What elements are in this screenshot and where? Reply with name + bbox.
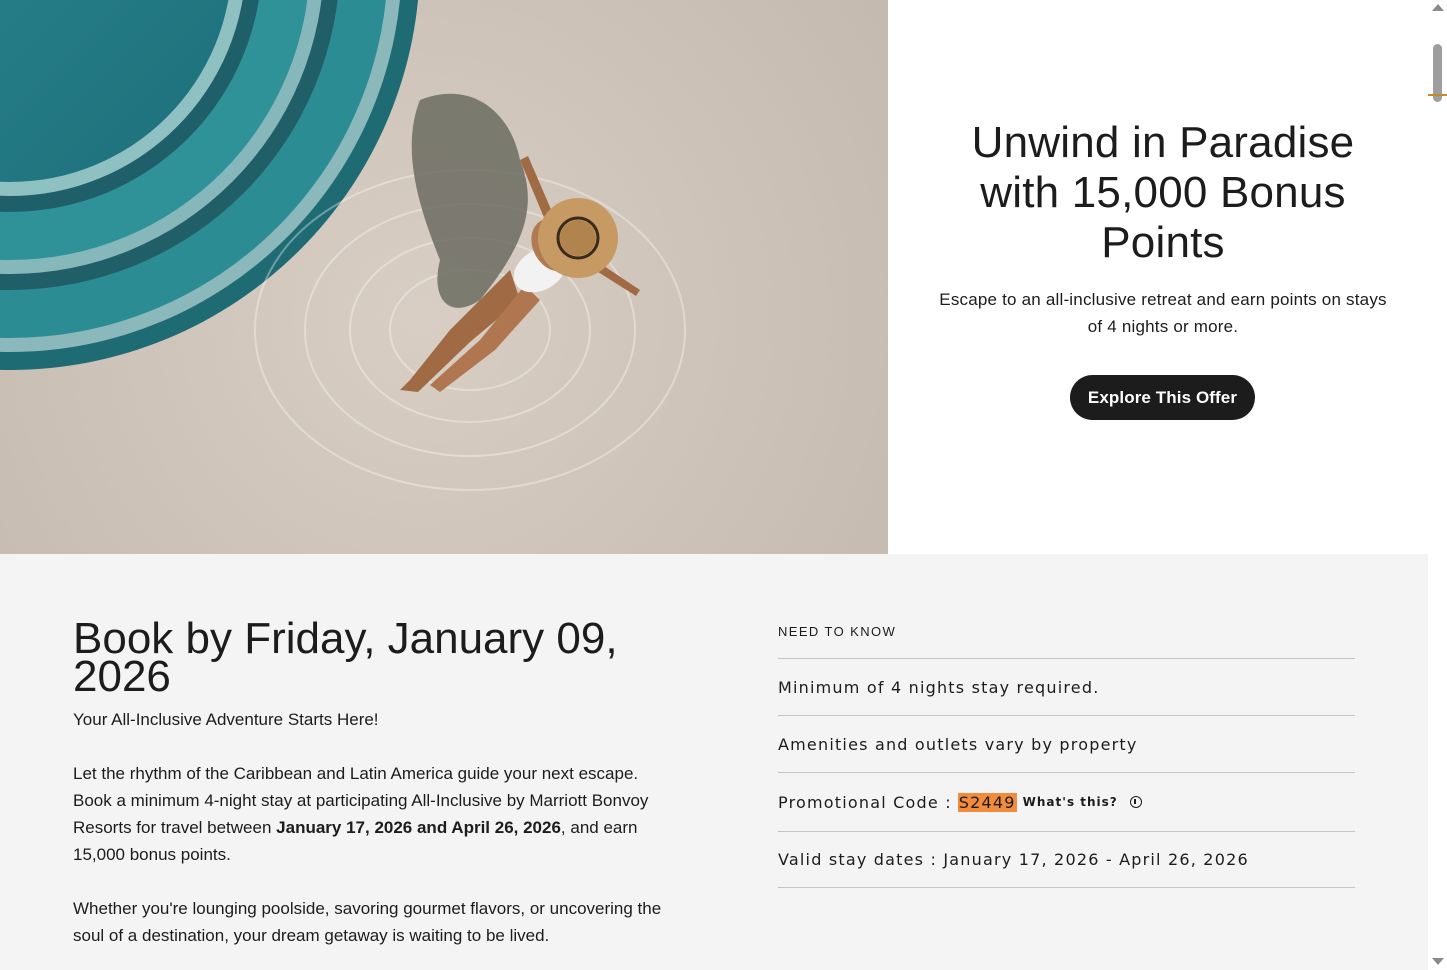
hero-section: Unwind in Paradise with 15,000 Bonus Poi… [0,0,1428,554]
valid-stay-dates: Valid stay dates : January 17, 2026 - Ap… [778,831,1355,888]
scroll-position-marker [1428,94,1447,96]
hero-subtitle: Escape to an all-inclusive retreat and e… [939,290,1387,336]
pool-photo-illustration [0,0,888,554]
promo-code-value: S2449 [957,792,1017,812]
page-scrollbar[interactable] [1428,0,1447,970]
scroll-down-arrow-icon[interactable] [1432,958,1444,965]
need-to-know-item: Minimum of 4 nights stay required. [778,658,1355,715]
hero-copy: Unwind in Paradise with 15,000 Bonus Poi… [888,0,1428,554]
offer-description: Let the rhythm of the Caribbean and Lati… [73,760,663,868]
info-icon[interactable] [1129,796,1142,808]
book-by-title: Book by Friday, January 09, 2026 [73,614,618,701]
offer-details-section: Book by Friday, January 09, 2026 Your Al… [0,554,1428,970]
need-to-know-label: NEED TO KNOW [778,624,897,639]
offer-travel-dates: January 17, 2026 and April 26, 2026 [276,818,561,837]
need-to-know-item: Amenities and outlets vary by property [778,715,1355,772]
need-to-know-list: Minimum of 4 nights stay required. Ameni… [778,658,1355,888]
hero-image [0,0,888,554]
scroll-up-arrow-icon[interactable] [1432,4,1444,11]
whats-this-link[interactable]: What's this? [1023,795,1118,809]
promo-code-label: Promotional Code : [778,792,952,812]
explore-offer-button[interactable]: Explore This Offer [1070,375,1255,420]
hero-title: Unwind in Paradise with 15,000 Bonus Poi… [971,118,1355,267]
promo-code-row: Promotional Code : S2449 What's this? [778,772,1355,831]
offer-description-secondary: Whether you're lounging poolside, savori… [73,899,662,945]
book-by-subtitle: Your All-Inclusive Adventure Starts Here… [73,710,379,729]
